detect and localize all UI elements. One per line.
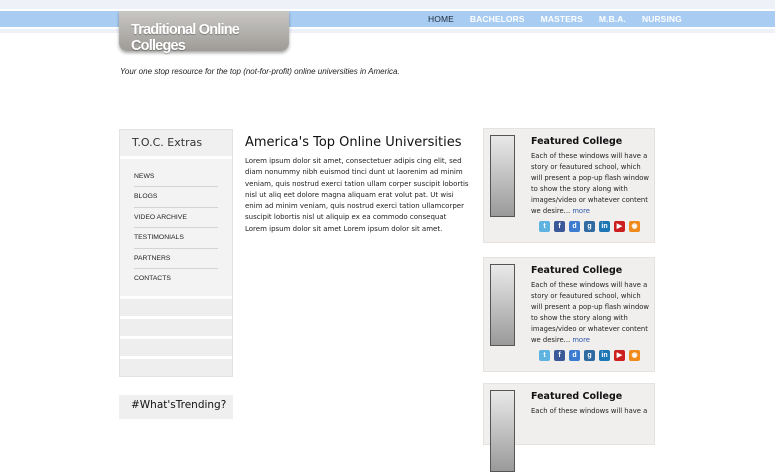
nav-masters[interactable]: MASTERS (533, 11, 591, 27)
nav-bachelors[interactable]: BACHELORS (462, 11, 533, 27)
social-icons: t f d g in ▶ ◉ (539, 221, 640, 232)
featured-text: Each of these windows will have a story … (531, 152, 649, 215)
rss-icon[interactable]: ◉ (629, 221, 640, 232)
youtube-icon[interactable]: ▶ (614, 350, 625, 361)
nav-nursing[interactable]: NURSING (634, 11, 690, 27)
sidebar-item-news[interactable]: NEWS (134, 167, 218, 188)
sidebar-strip (120, 296, 232, 317)
main-content: America's Top Online Universities Lorem … (245, 135, 470, 235)
social-icons: t f d g in ▶ ◉ (539, 350, 640, 361)
featured-title[interactable]: Featured College (531, 265, 622, 276)
facebook-icon[interactable]: f (554, 350, 565, 361)
youtube-icon[interactable]: ▶ (614, 221, 625, 232)
body-text: Lorem ipsum dolor sit amet, consectetuer… (245, 157, 469, 233)
tulip-thumbnail[interactable] (490, 135, 515, 217)
main-nav: HOME BACHELORS MASTERS M.B.A. NURSING (420, 11, 690, 27)
featured-card: Featured College Each of these windows w… (483, 257, 655, 372)
trending-box: #What'sTrending? (119, 392, 233, 419)
top-band (0, 0, 775, 9)
rss-icon[interactable]: ◉ (629, 350, 640, 361)
more-link[interactable]: more (572, 336, 590, 344)
sidebar-list: NEWS BLOGS VIDEO ARCHIVE TESTIMONIALS PA… (120, 159, 232, 297)
trending-title: #What'sTrending? (131, 399, 227, 411)
sidebar-box: T.O.C. Extras NEWS BLOGS VIDEO ARCHIVE T… (119, 129, 233, 378)
featured-card: Featured College Each of these windows w… (483, 383, 655, 472)
nav-mba[interactable]: M.B.A. (591, 11, 634, 27)
linkedin-icon[interactable]: in (599, 350, 610, 361)
featured-text: Each of these windows will have a (531, 407, 648, 415)
sidebar-item-blogs[interactable]: BLOGS (134, 187, 218, 208)
sidebar: T.O.C. Extras NEWS BLOGS VIDEO ARCHIVE T… (119, 129, 233, 378)
featured-title[interactable]: Featured College (531, 391, 622, 402)
tulip-thumbnail[interactable] (490, 264, 515, 346)
tulip-thumbnail[interactable] (490, 390, 515, 472)
featured-description: Each of these windows will have a story … (531, 280, 653, 346)
featured-card: Featured College Each of these windows w… (483, 128, 655, 243)
nav-band-bottom (0, 29, 775, 33)
featured-title[interactable]: Featured College (531, 136, 622, 147)
logo-text: Traditional Online Colleges (131, 22, 240, 54)
facebook-icon[interactable]: f (554, 221, 565, 232)
delicious-icon[interactable]: d (569, 221, 580, 232)
featured-text: Each of these windows will have a story … (531, 281, 649, 344)
digg-icon[interactable]: g (584, 350, 595, 361)
sidebar-title: T.O.C. Extras (120, 130, 232, 159)
sidebar-strip (120, 356, 232, 377)
featured-description: Each of these windows will have a (531, 406, 653, 417)
sidebar-strip (120, 336, 232, 357)
digg-icon[interactable]: g (584, 221, 595, 232)
delicious-icon[interactable]: d (569, 350, 580, 361)
sidebar-item-partners[interactable]: PARTNERS (134, 249, 218, 269)
site-logo[interactable]: Traditional Online Colleges (119, 11, 289, 54)
linkedin-icon[interactable]: in (599, 221, 610, 232)
sidebar-strip (120, 316, 232, 337)
featured-description: Each of these windows will have a story … (531, 151, 653, 217)
nav-home[interactable]: HOME (420, 11, 462, 27)
sidebar-item-testimonials[interactable]: TESTIMONIALS (134, 228, 218, 249)
more-link[interactable]: more (572, 207, 590, 215)
sidebar-item-video-archive[interactable]: VIDEO ARCHIVE (134, 208, 218, 229)
tagline: Your one stop resource for the top (not-… (120, 67, 400, 76)
twitter-icon[interactable]: t (539, 350, 550, 361)
sidebar-item-contacts[interactable]: CONTACTS (134, 269, 218, 288)
twitter-icon[interactable]: t (539, 221, 550, 232)
page-title: America's Top Online Universities (245, 135, 462, 150)
